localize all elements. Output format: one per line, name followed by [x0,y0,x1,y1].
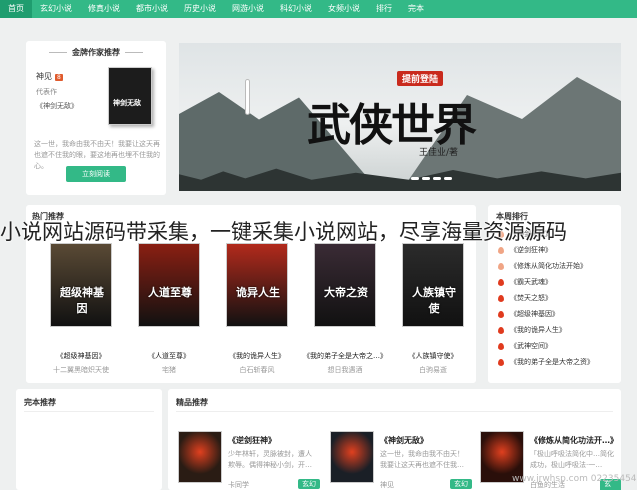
flame-icon [498,294,504,302]
book-author[interactable]: 宅猪 [126,365,212,375]
genre-tag[interactable]: 玄幻 [298,479,320,489]
book-cover-title: 超级神基因 [60,286,104,315]
hero-banner[interactable]: 提前登陆 武侠世界 王佳业/著 [179,43,621,191]
book-cover[interactable] [178,431,222,483]
rank-item-title[interactable]: 《超级神基因》 [510,310,559,318]
rank-item[interactable]: 《焚天之怒》 [498,293,552,303]
rank-item[interactable]: 《超级神基因》 [498,309,559,319]
nav-item[interactable]: 修真小说 [80,0,128,18]
book-title[interactable]: 《神剑无敌》 [380,435,428,446]
rank-item[interactable]: 《我的诡异人生》 [498,325,566,335]
book-title[interactable]: 《超级神基因》 [38,351,124,361]
book-description: 「极山呼吸法简化中…简化成功，极山呼吸法·一… [530,450,614,469]
flame-icon [498,342,504,350]
rank-item-title[interactable]: 《霸天武魂》 [510,278,552,286]
nav-item[interactable]: 网游小说 [224,0,272,18]
rank-item-title[interactable]: 《焚天之怒》 [510,294,552,302]
book-cover[interactable]: 诡异人生 [226,243,288,327]
author-book-cover[interactable]: 神剑无敌 [108,67,152,125]
flame-icon [498,310,504,318]
book-title[interactable]: 《人族镇守使》 [390,351,476,361]
book-title[interactable]: 《我的诡异人生》 [214,351,300,361]
featured-recommend-title: 精品推荐 [176,398,208,407]
rank-item-title[interactable]: 《我的弟子全是大帝之资》 [510,358,594,366]
book-cover-title: 人族镇守使 [412,286,456,315]
banner-dot[interactable] [433,177,441,180]
rank-item-title[interactable]: 《修炼从简化功法开始》 [510,262,587,270]
book-author[interactable]: 十二翼黑暗炽天使 [38,365,124,375]
banner-author: 王佳业/著 [419,148,459,158]
nav-item[interactable]: 历史小说 [176,0,224,18]
author-card: 金牌作家推荐 神见 8 代表作 《神剑无敌》 神剑无敌 这一世，我命由我不由天！我… [26,41,166,195]
banner-dot[interactable] [411,177,419,180]
read-now-button[interactable]: 立刻阅读 [66,166,126,182]
book-cover-title: 诡异人生 [236,286,280,299]
author-name-text[interactable]: 神见 [36,72,52,81]
banner-dot[interactable] [444,177,452,180]
book-cover[interactable]: 人族镇守使 [402,243,464,327]
book-cover[interactable] [330,431,374,483]
flame-icon [498,278,504,286]
nav-item[interactable]: 玄幻小说 [32,0,80,18]
banner-badge: 提前登陆 [397,71,444,86]
author-level-badge: 8 [55,74,63,81]
flame-icon [498,262,504,270]
book-description: 这一世，我命由我不由天！我要让这天再也遮不住我… [380,450,464,469]
rank-item[interactable]: 《我的弟子全是大帝之资》 [498,357,594,367]
banner-pagination[interactable] [411,177,452,180]
book-author[interactable]: 白驹易逝 [390,365,476,375]
book-cover[interactable]: 超级神基因 [50,243,112,327]
author-name[interactable]: 神见 8 [36,71,63,82]
banner-scroll-handle[interactable] [245,79,250,115]
nav-item[interactable]: 女频小说 [320,0,368,18]
watermark: www.jrwhsp.com 02235454 [512,474,637,484]
rep-work-label: 代表作 [36,88,57,96]
genre-tag[interactable]: 玄幻 [450,479,472,489]
book-author[interactable]: 白石斩春风 [214,365,300,375]
nav-item[interactable]: 都市小说 [128,0,176,18]
book-author[interactable]: 想日我遇酒 [302,365,388,375]
book-cover[interactable]: 大帝之资 [314,243,376,327]
main-nav: 首页 玄幻小说 修真小说 都市小说 历史小说 网游小说 科幻小说 女频小说 排行 完本 [0,0,637,18]
book-title[interactable]: 《修炼从简化功法开…》 [530,435,618,446]
rank-item-title[interactable]: 《我的诡异人生》 [510,326,566,334]
flame-icon [498,326,504,334]
book-cover-title: 人道至尊 [148,286,192,299]
book-title[interactable]: 《人道至尊》 [126,351,212,361]
rank-item[interactable]: 《修炼从简化功法开始》 [498,261,587,271]
nav-item[interactable]: 科幻小说 [272,0,320,18]
rep-work-title[interactable]: 《神剑无敌》 [36,101,78,111]
overlay-caption: 小说网站源码带采集，一键采集小说网站，尽享海量资源源码 [0,220,567,244]
rank-item-title[interactable]: 《武神空间》 [510,342,552,350]
book-author[interactable]: 神见 [380,480,394,490]
nav-item[interactable]: 完本 [400,0,432,18]
banner-title: 武侠世界 [307,100,477,151]
divider [176,411,613,412]
completed-recommend-panel: 完本推荐 [16,389,162,490]
author-card-title: 金牌作家推荐 [26,47,166,58]
nav-item[interactable]: 排行 [368,0,400,18]
book-title[interactable]: 《我的弟子全是大帝之…》 [302,351,388,361]
divider [24,411,154,412]
book-cover-title: 大帝之资 [324,286,368,299]
author-book-cover-text: 神剑无敌 [113,99,141,107]
book-cover[interactable]: 人道至尊 [138,243,200,327]
banner-dot[interactable] [422,177,430,180]
completed-recommend-title: 完本推荐 [24,398,56,407]
nav-item[interactable]: 首页 [0,0,32,18]
rank-item[interactable]: 《霸天武魂》 [498,277,552,287]
book-title[interactable]: 《逆剑狂神》 [228,435,276,446]
book-author[interactable]: 卡同学 [228,480,249,490]
flame-icon [498,358,504,366]
rank-item[interactable]: 《武神空间》 [498,341,552,351]
book-description: 少年林轩，灵脉被封，遭人欺辱。偶得神秘小剑，开… [228,450,312,469]
